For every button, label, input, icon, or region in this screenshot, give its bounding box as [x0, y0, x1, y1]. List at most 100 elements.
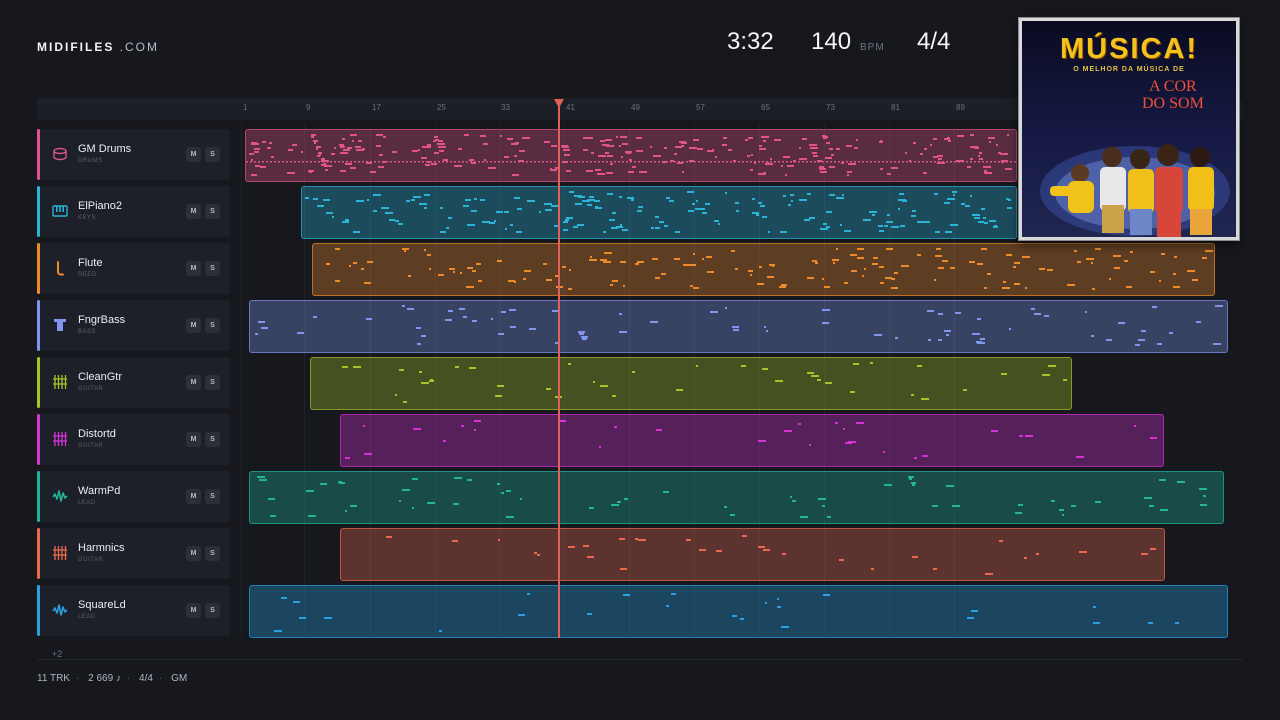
track-color-bar [37, 585, 40, 636]
track-color-bar [37, 357, 40, 408]
track-header-distortd[interactable]: Distortd GUITAR M S [37, 414, 230, 465]
track-header-squareld[interactable]: SquareLd LEAD M S [37, 585, 230, 636]
solo-button[interactable]: S [205, 603, 220, 618]
ruler-tick: 33 [501, 103, 510, 112]
mute-button[interactable]: M [186, 261, 201, 276]
more-tracks-indicator[interactable]: +2 [52, 649, 62, 659]
album-band-name: A COR DO SOM [1142, 78, 1204, 112]
solo-button[interactable]: S [205, 375, 220, 390]
grid-line [241, 124, 242, 636]
brand-logo: MIDIFILES .COM [37, 40, 160, 54]
midi-standard: GM [171, 673, 188, 684]
mute-button[interactable]: M [186, 432, 201, 447]
track-color-bar [37, 528, 40, 579]
midi-region-warmpd[interactable] [249, 471, 1224, 524]
midi-region-elpiano2[interactable] [301, 186, 1017, 239]
midi-region-flute[interactable] [312, 243, 1215, 296]
midi-region-gm-drums[interactable] [245, 129, 1017, 182]
track-type: GUITAR [78, 557, 104, 563]
track-header-fngrbass[interactable]: FngrBass BASS M S [37, 300, 230, 351]
ruler-tick: 89 [956, 103, 965, 112]
track-color-bar [37, 300, 40, 351]
track-name: FngrBass [78, 314, 126, 326]
note-pattern [386, 535, 1156, 575]
track-name: Distortd [78, 428, 116, 440]
footer-signature: 4/4 [139, 673, 153, 684]
mute-button[interactable]: M [186, 375, 201, 390]
midi-region-distortd[interactable] [340, 414, 1164, 467]
midi-region-cleangtr[interactable] [310, 357, 1072, 410]
note-pattern [326, 248, 1213, 290]
footer-divider [37, 659, 1243, 660]
ruler-tick: 57 [696, 103, 705, 112]
drum-icon [52, 146, 68, 162]
waveform-icon [52, 488, 68, 504]
track-name: Flute [78, 257, 103, 269]
track-header-warmpd[interactable]: WarmPd LEAD M S [37, 471, 230, 522]
track-name: GM Drums [78, 143, 132, 155]
midi-region-harmnics[interactable] [340, 528, 1165, 581]
track-color-bar [37, 243, 40, 294]
track-name: SquareLd [78, 599, 126, 611]
guitar-fret-icon [52, 374, 68, 390]
solo-button[interactable]: S [205, 546, 220, 561]
guitar-fret-icon [52, 431, 68, 447]
album-subtitle: O MELHOR DA MÚSICA DE [1073, 66, 1185, 73]
track-type: GUITAR [78, 443, 104, 449]
track-name: CleanGtr [78, 371, 123, 383]
ruler-tick: 25 [437, 103, 446, 112]
tempo-value: 140 [811, 28, 852, 55]
note-pattern [255, 305, 1223, 346]
track-header-harmnics[interactable]: Harmnics GUITAR M S [37, 528, 230, 579]
mute-button[interactable]: M [186, 489, 201, 504]
note-pattern [305, 191, 1012, 233]
album-title: MÚSICA! [1059, 33, 1199, 65]
track-name: Harmnics [78, 542, 125, 554]
mute-button[interactable]: M [186, 204, 201, 219]
track-type: KEYS [78, 215, 97, 221]
status-bar: 11 TRK · 2 669 ♪ · 4/4 · GM [37, 673, 188, 684]
track-header-gm-drums[interactable]: GM Drums DRUMS M S [37, 129, 230, 180]
solo-button[interactable]: S [205, 261, 220, 276]
ruler-tick: 73 [826, 103, 835, 112]
mute-button[interactable]: M [186, 546, 201, 561]
reed-icon [52, 260, 68, 276]
tempo-unit: BPM [860, 42, 885, 53]
time-signature: 4/4 [917, 28, 951, 55]
mute-button[interactable]: M [186, 603, 201, 618]
bass-icon [52, 317, 68, 333]
track-header-flute[interactable]: Flute REED M S [37, 243, 230, 294]
note-pattern [342, 362, 1067, 403]
track-type: LEAD [78, 614, 96, 620]
ruler-tick: 1 [243, 103, 248, 112]
solo-button[interactable]: S [205, 147, 220, 162]
solo-button[interactable]: S [205, 489, 220, 504]
track-type: BASS [78, 329, 97, 335]
mute-button[interactable]: M [186, 147, 201, 162]
track-color-bar [37, 129, 40, 180]
track-type: REED [78, 272, 97, 278]
album-cover: MÚSICA! O MELHOR DA MÚSICA DE A COR DO S… [1019, 18, 1239, 240]
ruler-tick: 81 [891, 103, 900, 112]
solo-button[interactable]: S [205, 204, 220, 219]
note-count: 2 669 ♪ [88, 673, 121, 684]
note-pattern [345, 420, 1157, 459]
playhead[interactable] [558, 104, 560, 638]
ruler-tick: 65 [761, 103, 770, 112]
song-duration: 3:32 [727, 28, 774, 55]
note-pattern [246, 134, 1016, 176]
solo-button[interactable]: S [205, 432, 220, 447]
note-pattern [257, 476, 1207, 518]
waveform-icon [52, 602, 68, 618]
track-color-bar [37, 414, 40, 465]
band-photo [1040, 144, 1230, 237]
midi-region-squareld[interactable] [249, 585, 1228, 638]
mute-button[interactable]: M [186, 318, 201, 333]
midi-region-fngrbass[interactable] [249, 300, 1228, 353]
track-type: DRUMS [78, 158, 103, 164]
track-header-cleangtr[interactable]: CleanGtr GUITAR M S [37, 357, 230, 408]
track-type: GUITAR [78, 386, 104, 392]
track-header-elpiano2[interactable]: ElPiano2 KEYS M S [37, 186, 230, 237]
solo-button[interactable]: S [205, 318, 220, 333]
ruler-tick: 41 [566, 103, 575, 112]
